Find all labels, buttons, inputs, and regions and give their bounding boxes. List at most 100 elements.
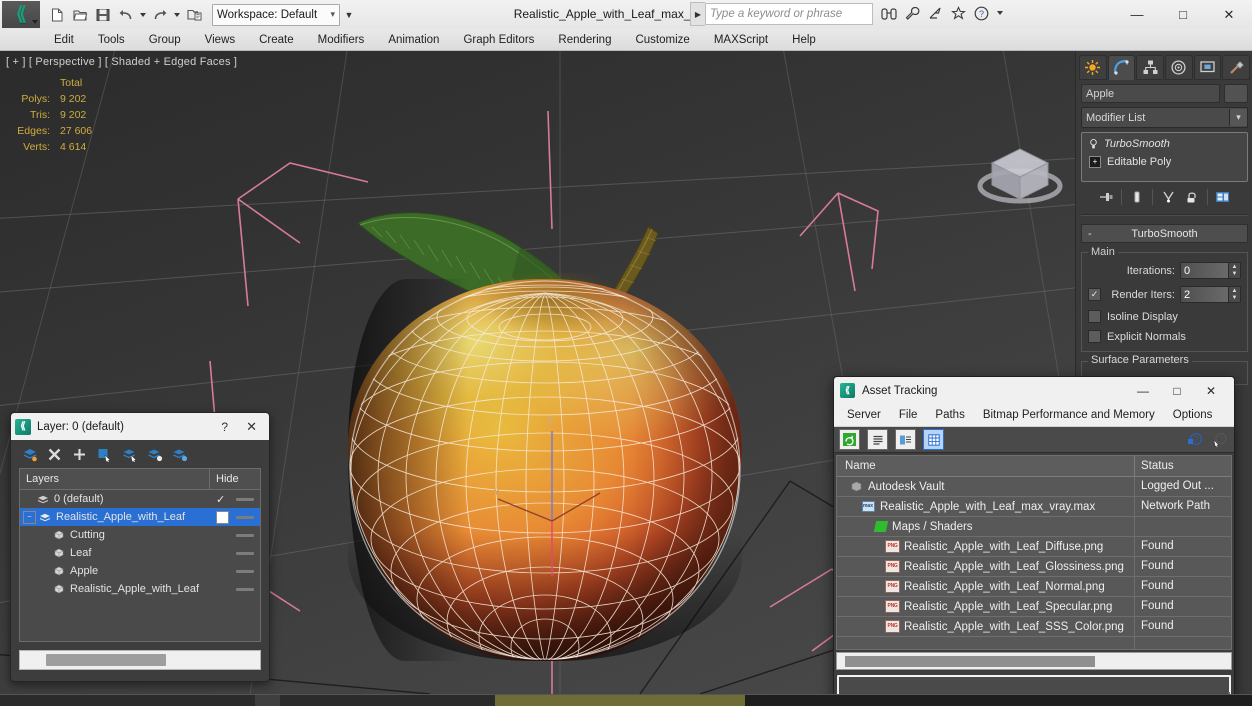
application-menu-button[interactable]: ⟪ <box>2 1 40 28</box>
iterations-spinner[interactable]: 0 ▲ ▼ <box>1180 262 1241 279</box>
layer-row[interactable]: Cutting <box>20 526 260 544</box>
set-project-folder-button[interactable] <box>183 4 205 26</box>
asset-row[interactable]: Autodesk Vault Logged Out ... <box>837 477 1231 497</box>
layer-row[interactable]: Leaf <box>20 544 260 562</box>
layer-dialog[interactable]: ⟪ Layer: 0 (default) ? ✕ Layers Hide 0 (… <box>10 412 270 682</box>
layer-row[interactable]: 0 (default) ✓ <box>20 490 260 508</box>
isoline-display-row[interactable]: Isoline Display <box>1088 310 1241 323</box>
spinner-arrows-icon[interactable]: ▲ ▼ <box>1228 287 1240 302</box>
maximize-button[interactable]: □ <box>1160 377 1194 404</box>
select-objects-in-layer-button[interactable] <box>96 446 113 463</box>
set-current-layer-button[interactable] <box>171 446 188 463</box>
view-cube[interactable] <box>972 123 1068 215</box>
menu-help[interactable]: Help <box>780 29 828 51</box>
hide-toggle[interactable] <box>236 515 254 519</box>
plus-box-icon[interactable]: + <box>1089 156 1101 168</box>
utilities-tab[interactable] <box>1222 54 1251 80</box>
delete-layer-button[interactable] <box>46 446 63 463</box>
object-color-swatch[interactable] <box>1224 84 1248 103</box>
menu-graph-editors[interactable]: Graph Editors <box>451 29 546 51</box>
menu-maxscript[interactable]: MAXScript <box>702 29 780 51</box>
motion-tab[interactable] <box>1165 54 1193 80</box>
render-iters-spinner[interactable]: 2 ▲ ▼ <box>1180 286 1241 303</box>
create-tab[interactable] <box>1079 54 1107 80</box>
search-input[interactable]: Type a keyword or phrase <box>705 3 873 25</box>
create-new-layer-button[interactable] <box>21 446 38 463</box>
scrollbar-thumb[interactable] <box>845 655 1095 667</box>
new-file-button[interactable] <box>46 4 68 26</box>
add-selection-to-layer-button[interactable] <box>146 446 163 463</box>
minimize-button[interactable]: — <box>1114 0 1160 29</box>
search-expand-caret-icon[interactable]: ▶ <box>690 2 705 26</box>
hierarchy-tab[interactable] <box>1136 54 1165 80</box>
menu-server[interactable]: Server <box>838 404 890 426</box>
binoculars-icon[interactable] <box>880 4 898 22</box>
asset-row[interactable]: PNG Realistic_Apple_with_Leaf_Diffuse.pn… <box>837 537 1231 557</box>
configure-modifier-sets-button[interactable] <box>1212 187 1234 207</box>
show-end-result-button[interactable] <box>1126 187 1148 207</box>
menu-paths[interactable]: Paths <box>926 404 973 426</box>
hide-toggle[interactable] <box>236 587 254 591</box>
asset-row[interactable]: PNG Realistic_Apple_with_Leaf_Glossiness… <box>837 557 1231 577</box>
status-strip-handle[interactable] <box>255 695 280 706</box>
menu-modifiers[interactable]: Modifiers <box>306 29 377 51</box>
select-highlighted-layer-button[interactable] <box>121 446 138 463</box>
layer-row[interactable]: Apple <box>20 562 260 580</box>
add-layer-button[interactable] <box>71 446 88 463</box>
expand-toggle-icon[interactable]: − <box>23 510 36 524</box>
workspace-dropdown-caret-icon[interactable]: ▾ <box>324 9 335 20</box>
hide-toggle[interactable] <box>236 533 254 537</box>
modify-tab[interactable] <box>1107 54 1136 80</box>
menu-views[interactable]: Views <box>193 29 247 51</box>
modifier-stack[interactable]: TurboSmooth + Editable Poly <box>1081 132 1248 182</box>
close-button[interactable]: ✕ <box>1206 0 1252 29</box>
transform-gizmo[interactable]: Z Y <box>348 231 742 661</box>
menu-customize[interactable]: Customize <box>623 29 701 51</box>
asset-row[interactable]: PNG Realistic_Apple_with_Leaf_Normal.png… <box>837 577 1231 597</box>
redo-dropdown-caret-icon[interactable] <box>174 12 180 17</box>
star-icon[interactable] <box>949 4 967 22</box>
make-unique-button[interactable] <box>1157 187 1179 207</box>
asset-row[interactable]: max Realistic_Apple_with_Leaf_max_vray.m… <box>837 497 1231 517</box>
menu-animation[interactable]: Animation <box>376 29 451 51</box>
help-button[interactable]: ? <box>211 420 238 434</box>
iterations-value[interactable]: 0 <box>1181 263 1228 278</box>
wrench-icon[interactable] <box>903 4 921 22</box>
render-iters-checkbox[interactable]: ✓ <box>1088 288 1101 301</box>
render-iters-value[interactable]: 2 <box>1181 287 1228 302</box>
grid-view-button[interactable] <box>923 429 944 450</box>
layer-list[interactable]: Layers Hide 0 (default) ✓ − Realistic_Ap… <box>19 468 261 642</box>
asset-row[interactable]: Maps / Shaders <box>837 517 1231 537</box>
explicit-normals-checkbox[interactable] <box>1088 330 1101 343</box>
asset-row[interactable]: PNG Realistic_Apple_with_Leaf_Specular.p… <box>837 597 1231 617</box>
isoline-display-checkbox[interactable] <box>1088 310 1101 323</box>
explicit-normals-row[interactable]: Explicit Normals <box>1088 330 1241 343</box>
layer-row[interactable]: Realistic_Apple_with_Leaf <box>20 580 260 598</box>
asset-list[interactable]: Name Status Autodesk Vault Logged Out ..… <box>836 455 1232 650</box>
close-button[interactable]: ✕ <box>238 419 265 435</box>
help-pointer-icon[interactable]: ? <box>1212 431 1229 448</box>
viewport-label[interactable]: [ + ] [ Perspective ] [ Shaded + Edged F… <box>6 56 237 68</box>
menu-options[interactable]: Options <box>1164 404 1222 426</box>
redo-button[interactable] <box>149 4 171 26</box>
close-button[interactable]: ✕ <box>1194 377 1228 404</box>
menu-bitmap-performance-and-memory[interactable]: Bitmap Performance and Memory <box>974 404 1164 426</box>
hide-toggle[interactable] <box>236 569 254 573</box>
list-view-button[interactable] <box>867 429 888 450</box>
save-file-button[interactable] <box>92 4 114 26</box>
modifier-stack-item-editable-poly[interactable]: + Editable Poly <box>1082 153 1247 171</box>
spinner-arrows-icon[interactable]: ▲ ▼ <box>1228 263 1240 278</box>
object-name-field[interactable]: Apple <box>1081 84 1220 103</box>
hide-toggle[interactable] <box>236 551 254 555</box>
refresh-button[interactable] <box>839 429 860 450</box>
pin-stack-button[interactable] <box>1095 187 1117 207</box>
open-file-button[interactable] <box>69 4 91 26</box>
menu-create[interactable]: Create <box>247 29 306 51</box>
help-dropdown-caret-icon[interactable] <box>997 11 1003 15</box>
display-tab[interactable] <box>1193 54 1222 80</box>
help-question-icon[interactable]: ? <box>972 4 990 22</box>
hide-toggle[interactable] <box>236 497 254 501</box>
satellite-icon[interactable] <box>926 4 944 22</box>
undo-button[interactable] <box>115 4 137 26</box>
menu-group[interactable]: Group <box>137 29 193 51</box>
